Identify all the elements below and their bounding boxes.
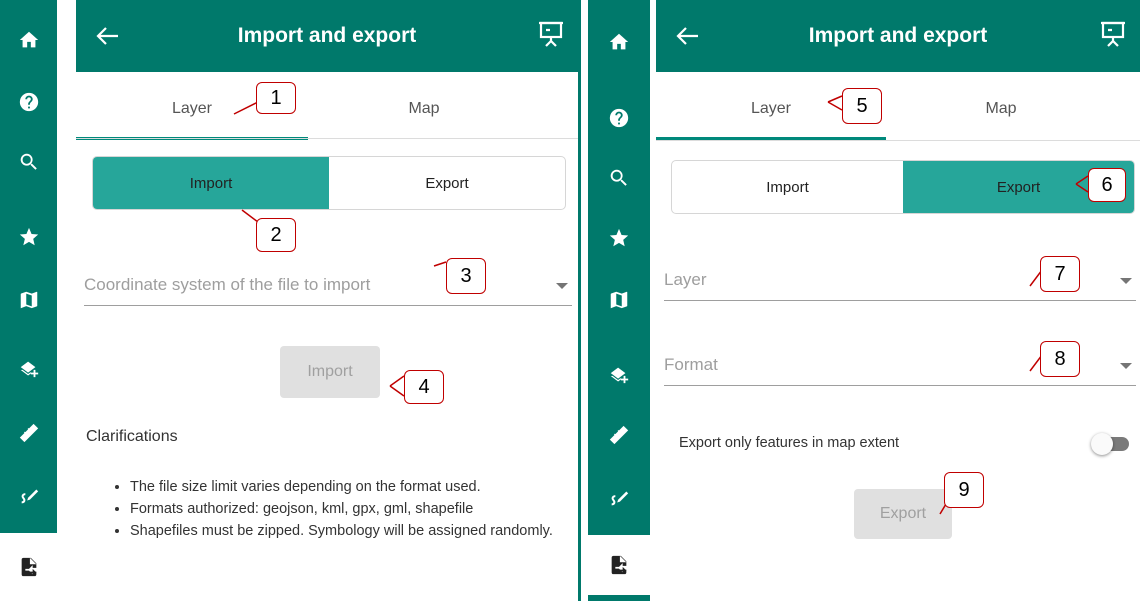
clarifications-heading: Clarifications (86, 428, 178, 445)
home-button[interactable] (0, 10, 57, 70)
tabs-bar: Layer Map (76, 72, 540, 140)
side-rail (0, 0, 57, 601)
callout-label: 4 (404, 370, 444, 404)
home-button[interactable] (588, 12, 650, 72)
presentation-icon (539, 21, 563, 47)
search-icon (20, 153, 37, 170)
toggle-knob (1091, 433, 1113, 455)
home-icon (19, 31, 38, 48)
import-export-button[interactable] (588, 535, 650, 595)
map-icon (610, 291, 628, 309)
select-placeholder: Format (664, 355, 718, 374)
ruler-icon (609, 425, 629, 445)
measure-button[interactable] (0, 403, 57, 463)
measure-button[interactable] (588, 405, 650, 465)
callout-label: 2 (256, 218, 296, 252)
right-panel: Import and export Layer Map Import Expor… (588, 0, 1140, 601)
import-segment-button[interactable]: Import (93, 157, 329, 209)
import-export-button[interactable] (0, 533, 57, 601)
help-icon (609, 108, 629, 128)
callout-7: 7 (1028, 254, 1088, 294)
presentation-icon (1101, 21, 1125, 47)
tabs-divider (76, 138, 578, 139)
page-title: Import and export (237, 24, 417, 47)
map-extent-toggle[interactable] (1091, 433, 1131, 455)
chevron-down-icon (1120, 278, 1132, 284)
presentation-button[interactable] (538, 20, 564, 48)
add-layer-button[interactable] (0, 338, 57, 398)
add-layer-button[interactable] (588, 344, 650, 404)
tabs-divider (656, 140, 1140, 141)
import-export-toggle: Import Export (671, 160, 1135, 214)
clarifications-list: The file size limit varies depending on … (108, 476, 590, 542)
map-icon (20, 291, 37, 309)
help-button[interactable] (588, 88, 650, 148)
app-header: Import and export (656, 0, 1140, 72)
map-button[interactable] (588, 270, 650, 330)
select-placeholder: Layer (664, 270, 707, 289)
search-button[interactable] (0, 132, 57, 192)
help-button[interactable] (0, 72, 57, 132)
draw-button[interactable] (0, 465, 57, 525)
import-export-icon (21, 557, 36, 577)
callout-label: 5 (842, 88, 882, 124)
list-item: Shapefiles must be zipped. Symbology wil… (130, 520, 590, 542)
import-export-toggle: Import Export (92, 156, 566, 210)
star-icon (609, 228, 629, 247)
callout-1: 1 (230, 78, 300, 118)
callout-label: 3 (446, 258, 486, 294)
callout-label: 7 (1040, 256, 1080, 292)
import-segment-button[interactable]: Import (672, 161, 903, 213)
ruler-icon (19, 423, 38, 443)
chevron-down-icon (556, 283, 568, 289)
callout-3: 3 (432, 254, 488, 296)
star-icon (19, 227, 38, 246)
draw-button[interactable] (588, 467, 650, 527)
draw-icon (21, 489, 38, 504)
import-button[interactable]: Import (280, 346, 380, 398)
list-item: Formats authorized: geojson, kml, gpx, g… (130, 498, 590, 520)
app-header: Import and export (76, 0, 578, 72)
left-panel: Import and export Layer Map Import Expor… (0, 0, 578, 601)
export-segment-button[interactable]: Export (329, 157, 565, 209)
callout-2: 2 (238, 208, 300, 254)
draw-icon (611, 491, 629, 506)
tab-map[interactable]: Map (308, 72, 540, 138)
list-item: The file size limit varies depending on … (130, 476, 590, 498)
search-button[interactable] (588, 148, 650, 208)
callout-label: 6 (1088, 168, 1126, 202)
toggle-label: Export only features in map extent (679, 435, 900, 451)
callout-label: 9 (944, 472, 984, 508)
add-layer-icon (20, 361, 38, 378)
tab-map[interactable]: Map (886, 72, 1116, 138)
favorites-button[interactable] (588, 208, 650, 268)
search-icon (610, 169, 627, 186)
chevron-down-icon (1120, 363, 1132, 369)
import-export-icon (611, 555, 627, 575)
add-layer-icon (610, 367, 629, 384)
callout-4: 4 (388, 366, 446, 406)
side-rail (588, 0, 650, 601)
callout-9: 9 (938, 470, 998, 520)
callout-8: 8 (1028, 339, 1088, 379)
home-icon (609, 33, 629, 50)
callout-6: 6 (1074, 164, 1136, 204)
panel-divider (578, 0, 581, 601)
callout-label: 8 (1040, 341, 1080, 377)
callout-label: 1 (256, 82, 296, 114)
select-placeholder: Coordinate system of the file to import (84, 275, 371, 294)
presentation-button[interactable] (1100, 20, 1126, 48)
callout-5: 5 (826, 86, 890, 126)
favorites-button[interactable] (0, 207, 57, 267)
help-icon (19, 92, 38, 112)
coordinate-system-select[interactable]: Coordinate system of the file to import (84, 261, 572, 306)
map-button[interactable] (0, 270, 57, 330)
page-title: Import and export (808, 24, 988, 47)
